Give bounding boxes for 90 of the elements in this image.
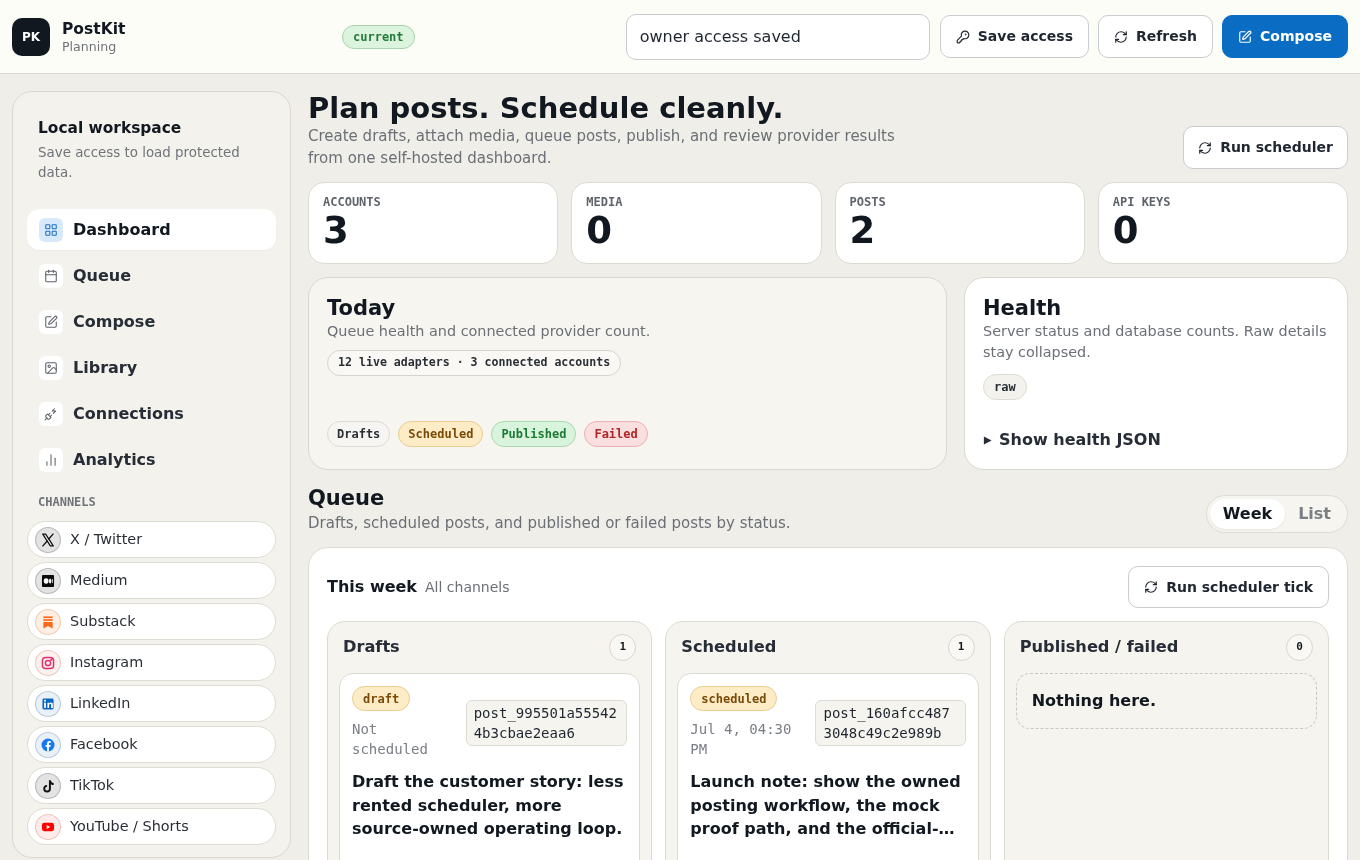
- post-id: post_995501a555424b3cbae2eaa6: [465, 699, 628, 746]
- stat-value: 0: [1112, 210, 1140, 252]
- schedule-time: Not scheduled: [352, 720, 429, 759]
- medium-logo-icon: [35, 567, 61, 594]
- channel-item[interactable]: Substack: [27, 603, 276, 640]
- status-badge: current: [342, 24, 415, 49]
- refresh-icon: [1198, 140, 1213, 155]
- pencil-square-icon: [39, 309, 63, 334]
- column-title: Scheduled: [681, 635, 777, 658]
- plug-icon: [39, 401, 63, 426]
- view-tab[interactable]: List: [1285, 499, 1344, 529]
- column-title: Published / failed: [1019, 635, 1179, 658]
- x-logo-icon: [35, 526, 61, 553]
- tiktok-logo-icon: [35, 772, 61, 799]
- card-title: Health: [983, 295, 1063, 321]
- page-title: Plan posts. Schedule cleanly.: [308, 91, 785, 125]
- status-chip: Scheduled: [398, 421, 484, 447]
- run-scheduler-tick-button[interactable]: Run scheduler tick: [1128, 566, 1329, 608]
- bar-chart-icon: [39, 447, 63, 472]
- post-card[interactable]: scheduled Jul 4, 04:30 PM post_160afcc4873048c49c2e989b Launch note: show the owned posting workflow, the mock proof path, and the official-…: [677, 673, 979, 860]
- channel-item[interactable]: Medium: [27, 562, 276, 599]
- grid-icon: [39, 217, 63, 242]
- stat-label: MEDIA: [586, 194, 624, 210]
- post-id: post_160afcc4873048c49c2e989b: [815, 699, 966, 746]
- status-chip: scheduled: [690, 686, 778, 711]
- status-chip: draft: [352, 686, 411, 711]
- toolbar-button[interactable]: Compose: [1222, 15, 1348, 58]
- run-scheduler-button[interactable]: Run scheduler: [1183, 126, 1348, 169]
- channel-item[interactable]: YouTube / Shorts: [27, 808, 276, 845]
- nav-item[interactable]: Connections: [27, 393, 276, 434]
- workspace-description: Save access to load protected data.: [38, 144, 241, 182]
- status-chip: Drafts: [327, 421, 391, 447]
- calendar-icon: [39, 263, 63, 288]
- details-toggle[interactable]: Show health JSON: [983, 428, 1329, 452]
- nav-item[interactable]: Library: [27, 347, 276, 388]
- nav-item[interactable]: Compose: [27, 301, 276, 342]
- refresh-icon: [1113, 29, 1128, 44]
- section-heading: CHANNELS: [37, 494, 97, 510]
- stat-value: 2: [849, 210, 877, 252]
- youtube-logo-icon: [35, 813, 61, 840]
- count-badge: 0: [1286, 633, 1313, 661]
- stat-value: 3: [323, 210, 350, 252]
- app-name: PostKit: [62, 19, 126, 39]
- column-title: Drafts: [343, 635, 400, 658]
- channel-item[interactable]: LinkedIn: [27, 685, 276, 722]
- stat-label: ACCOUNTS: [323, 194, 382, 210]
- channel-item[interactable]: Facebook: [27, 726, 276, 763]
- stat-label: API KEYS: [1112, 194, 1172, 210]
- app-logo: PK: [12, 17, 50, 56]
- substack-logo-icon: [35, 608, 61, 635]
- refresh-icon: [1144, 580, 1159, 594]
- empty-state: Nothing here.: [1015, 673, 1317, 729]
- count-badge: 1: [947, 633, 975, 661]
- page-description: Create drafts, attach media, queue posts, publish, and review provider results from one self-hosted dashboard.: [308, 126, 896, 169]
- post-card[interactable]: draft Not scheduled post_995501a555424b3cbae2eaa6 Draft the customer story: less rented scheduler, more source-owned operating loop.: [339, 673, 641, 860]
- card-description: Server status and database counts. Raw details stay collapsed.: [983, 322, 1328, 362]
- post-text: Draft the customer story: less rented scheduler, more source-owned operating loop.: [352, 771, 625, 840]
- post-text: Launch note: show the owned posting workflow, the mock proof path, and the official-…: [690, 771, 962, 840]
- nav-item[interactable]: Queue: [27, 255, 276, 296]
- status-chip: Published: [491, 421, 577, 447]
- key-icon: [955, 29, 970, 44]
- section-title: Queue: [308, 485, 386, 512]
- toolbar-button[interactable]: Save access: [939, 15, 1089, 58]
- image-icon: [39, 355, 63, 380]
- app-subtitle: Planning: [62, 38, 118, 54]
- schedule-time: Jul 4, 04:30 PM: [690, 720, 793, 759]
- board-title: This week: [327, 576, 417, 598]
- card-title: Today: [327, 295, 397, 321]
- view-tab[interactable]: Week: [1209, 499, 1286, 529]
- board-filter: All channels: [425, 578, 510, 597]
- card-description: Queue health and connected provider count.: [327, 322, 652, 341]
- summary-chip: 12 live adapters · 3 connected accounts: [327, 350, 622, 376]
- access-field[interactable]: owner access saved: [625, 13, 930, 60]
- toolbar-button[interactable]: Refresh: [1097, 15, 1214, 58]
- channel-item[interactable]: X / Twitter: [27, 521, 276, 558]
- section-description: Drafts, scheduled posts, and published or failed posts by status.: [308, 513, 791, 534]
- stat-value: 0: [586, 210, 613, 252]
- channel-item[interactable]: Instagram: [27, 644, 276, 681]
- count-badge: 1: [609, 633, 637, 661]
- nav-item[interactable]: Dashboard: [27, 209, 276, 250]
- stat-label: POSTS: [849, 194, 887, 210]
- channel-item[interactable]: TikTok: [27, 767, 276, 804]
- nav-item[interactable]: Analytics: [27, 439, 276, 480]
- raw-tag: raw: [983, 374, 1027, 400]
- facebook-logo-icon: [35, 731, 61, 758]
- linkedin-logo-icon: [35, 690, 61, 717]
- pencil-square-icon: [1238, 29, 1253, 44]
- status-chip: Failed: [584, 421, 648, 447]
- workspace-title: Local workspace: [38, 118, 183, 139]
- instagram-logo-icon: [35, 649, 61, 676]
